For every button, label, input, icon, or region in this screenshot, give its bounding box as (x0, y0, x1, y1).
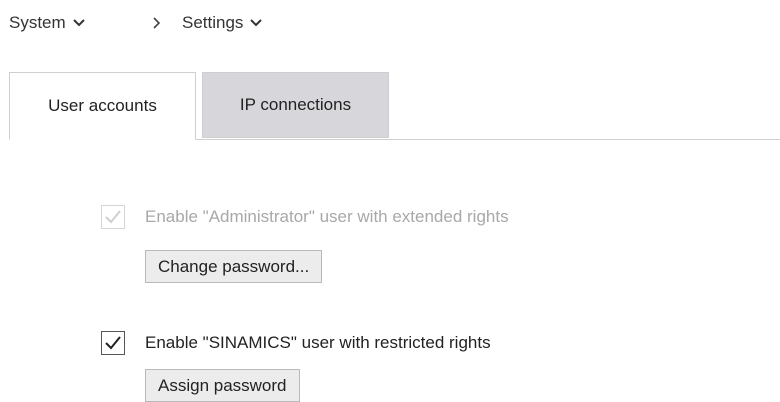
chevron-down-icon (249, 13, 263, 33)
breadcrumb-settings-label: Settings (182, 13, 244, 32)
tab-ip-connections-label: IP connections (239, 95, 352, 114)
sinamics-option-label: Enable "SINAMICS" user with restricted r… (145, 333, 491, 352)
chevron-right-icon (151, 13, 161, 35)
change-password-button[interactable]: Change password... (145, 250, 323, 283)
administrator-option: Enable "Administrator" user with extende… (101, 205, 509, 283)
administrator-option-label: Enable "Administrator" user with extende… (145, 207, 509, 226)
sinamics-option: Enable "SINAMICS" user with restricted r… (101, 331, 491, 402)
sinamics-checkbox[interactable] (101, 331, 125, 355)
tab-ip-connections[interactable]: IP connections (202, 72, 389, 138)
breadcrumb-system[interactable]: System (9, 13, 86, 33)
chevron-down-icon (72, 13, 86, 33)
administrator-checkbox[interactable] (101, 205, 125, 229)
tab-user-accounts-label: User accounts (48, 96, 157, 115)
checkmark-icon (105, 336, 121, 350)
checkmark-icon (105, 210, 121, 224)
tab-bar: User accounts IP connections (9, 72, 780, 140)
tab-user-accounts[interactable]: User accounts (9, 72, 196, 140)
breadcrumb-system-label: System (9, 13, 66, 32)
breadcrumb-settings[interactable]: Settings (182, 13, 263, 33)
assign-password-button[interactable]: Assign password (145, 369, 300, 402)
